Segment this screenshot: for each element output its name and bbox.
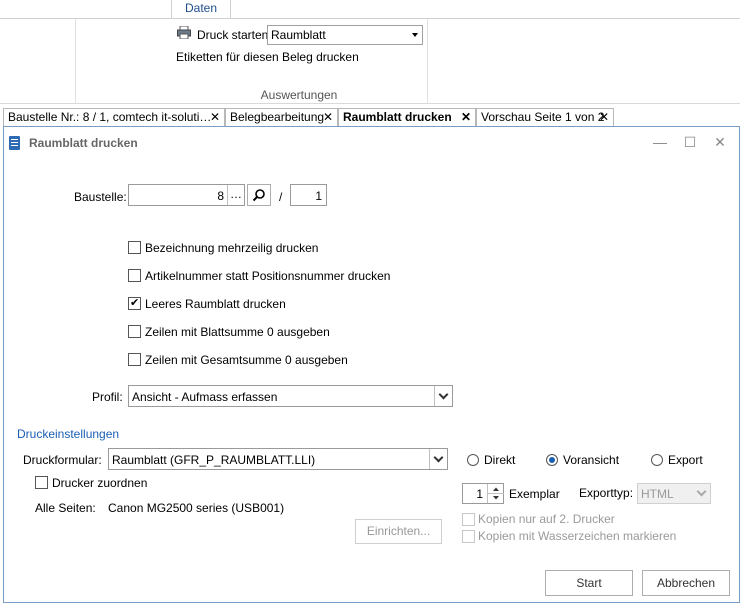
einrichten-button[interactable]: Einrichten... <box>355 519 442 544</box>
druckformular-value: Raumblatt (GFR_P_RAUMBLATT.LLI) <box>112 453 316 467</box>
direkt-radio[interactable] <box>467 454 479 466</box>
direkt-label: Direkt <box>484 453 516 467</box>
close-icon[interactable]: ✕ <box>210 109 220 125</box>
tab-baustelle[interactable]: Baustelle Nr.: 8 / 1, comtech it-soluti…… <box>3 108 225 126</box>
printer-icon[interactable] <box>177 26 191 39</box>
tab-vorschau[interactable]: Vorschau Seite 1 von 2 ✕ <box>476 108 614 126</box>
kopien-wasserzeichen-checkbox[interactable] <box>462 530 475 543</box>
slash-separator: / <box>279 190 283 204</box>
print-report-select[interactable]: Raumblatt <box>267 25 423 45</box>
printer-name: Canon MG2500 series (USB001) <box>108 501 285 515</box>
caret-down-icon <box>412 33 418 37</box>
option-label: Artikelnummer statt Positionsnummer druc… <box>145 269 391 283</box>
baustelle-sub-field[interactable]: 1 <box>290 184 327 206</box>
option-checkbox[interactable] <box>128 296 141 310</box>
close-icon[interactable]: ✕ <box>323 109 333 125</box>
tab-label: Vorschau Seite 1 von 2 <box>481 110 605 124</box>
chevron-down-icon <box>692 484 710 503</box>
voransicht-label: Voransicht <box>563 453 620 467</box>
export-radio[interactable] <box>651 454 663 466</box>
drucker-zuordnen-label: Drucker zuordnen <box>52 476 148 490</box>
option-label: Leeres Raumblatt drucken <box>145 297 286 311</box>
exporttyp-select[interactable]: HTML <box>637 483 711 504</box>
close-icon[interactable]: ✕ <box>461 109 471 125</box>
stepper-arrows[interactable] <box>487 484 504 503</box>
tab-label: Raumblatt drucken <box>343 110 452 124</box>
voransicht-radio[interactable] <box>546 454 558 466</box>
drucker-zuordnen-checkbox[interactable] <box>35 476 48 489</box>
ribbon-group-label: Auswertungen <box>260 88 338 102</box>
up-down-icon <box>488 487 504 500</box>
ellipsis-button[interactable]: … <box>227 185 244 205</box>
exporttyp-value: HTML <box>641 487 674 501</box>
print-start-label[interactable]: Druck starten <box>197 28 268 42</box>
option-checkbox[interactable] <box>128 353 141 366</box>
chevron-down-icon <box>434 386 452 406</box>
exporttyp-label: Exporttyp: <box>579 486 634 500</box>
exemplar-value: 1 <box>476 487 483 501</box>
option-label: Zeilen mit Blattsumme 0 ausgeben <box>145 325 330 339</box>
close-button[interactable]: ✕ <box>708 133 732 151</box>
start-button[interactable]: Start <box>545 570 633 596</box>
export-label: Export <box>668 453 703 467</box>
tab-belegbearbeitung[interactable]: Belegbearbeitung ✕ <box>225 108 338 126</box>
option-checkbox[interactable] <box>128 269 141 282</box>
baustelle-number-value: 8 <box>217 189 224 203</box>
minimize-button[interactable]: — <box>648 133 672 151</box>
tab-label: Belegbearbeitung <box>230 110 325 124</box>
option-checkbox[interactable] <box>128 241 141 254</box>
baustelle-label: Baustelle: <box>74 190 127 204</box>
print-report-value: Raumblatt <box>271 28 326 42</box>
option-label: Zeilen mit Gesamtsumme 0 ausgeben <box>145 353 348 367</box>
exemplar-stepper[interactable]: 1 <box>462 483 504 504</box>
section-druckeinstellungen: Druckeinstellungen <box>17 427 120 441</box>
dialog-title: Raumblatt drucken <box>29 136 138 150</box>
baustelle-number-field[interactable]: 8 … <box>128 184 245 206</box>
baustelle-sub-value: 1 <box>315 189 322 203</box>
druckformular-label: Druckformular: <box>23 453 102 467</box>
kopien-wasserzeichen-label: Kopien mit Wasserzeichen markieren <box>478 529 677 543</box>
abbrechen-button[interactable]: Abbrechen <box>642 570 730 596</box>
profil-label: Profil: <box>92 390 123 404</box>
exemplar-label: Exemplar <box>509 487 560 501</box>
kopien-2-drucker-label: Kopien nur auf 2. Drucker <box>478 512 615 526</box>
kopien-2-drucker-checkbox[interactable] <box>462 513 475 526</box>
alle-seiten-label: Alle Seiten: <box>35 501 96 515</box>
tab-label: Baustelle Nr.: 8 / 1, comtech it-soluti… <box>8 110 212 124</box>
profil-value: Ansicht - Aufmass erfassen <box>132 390 278 404</box>
search-button[interactable] <box>247 184 271 206</box>
labels-print-action[interactable]: Etiketten für diesen Beleg drucken <box>176 50 359 64</box>
chevron-down-icon <box>429 449 447 469</box>
profil-select[interactable]: Ansicht - Aufmass erfassen <box>128 385 453 407</box>
ribbon-tab-daten[interactable]: Daten <box>171 0 231 18</box>
tab-raumblatt-drucken[interactable]: Raumblatt drucken ✕ <box>338 108 476 126</box>
option-label: Bezeichnung mehrzeilig drucken <box>145 241 319 255</box>
document-icon <box>9 136 20 150</box>
option-checkbox[interactable] <box>128 325 141 338</box>
close-icon[interactable]: ✕ <box>599 109 609 125</box>
ribbon-tab-line <box>0 18 740 19</box>
druckformular-select[interactable]: Raumblatt (GFR_P_RAUMBLATT.LLI) <box>108 448 448 470</box>
maximize-button[interactable]: ☐ <box>678 133 702 151</box>
search-icon <box>252 189 265 202</box>
ribbon-separator <box>75 19 76 104</box>
